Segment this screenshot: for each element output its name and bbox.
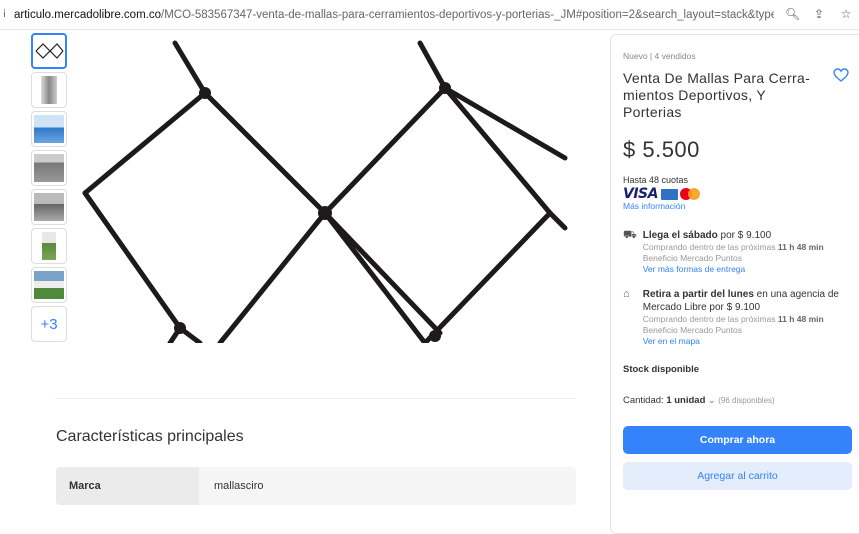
add-to-cart-button[interactable]: Agregar al carrito (623, 462, 852, 490)
pickup-detail-time: 11 h 48 min (777, 314, 824, 324)
shipping-detail-time: 11 h 48 min (777, 242, 824, 252)
zoom-icon[interactable]: 🔍︎ (785, 7, 800, 21)
shipping-more-link[interactable]: Ver más formas de entrega (643, 264, 859, 274)
chevron-down-icon[interactable]: ⌄ (708, 395, 716, 405)
thumbnail-7[interactable] (31, 267, 67, 303)
lock-icon[interactable]: ⅰ (3, 9, 11, 20)
pickup-detail: Comprando dentro de las próximas 11 h 48… (643, 314, 859, 325)
thumbnail-6[interactable] (31, 228, 67, 264)
shipping-benefit: Beneficio Mercado Puntos (642, 253, 742, 263)
feature-key: Marca (56, 467, 199, 505)
condition-sold-count: Nuevo | 4 vendidos (623, 51, 696, 61)
quantity-value[interactable]: 1 unidad (666, 395, 705, 406)
thumbnail-image (34, 193, 64, 221)
thumbnail-image (34, 154, 64, 182)
pickup-benefit: Beneficio Mercado Puntos (642, 325, 742, 335)
thumbnail-image (34, 271, 64, 299)
address-bar[interactable]: ⅰ articulo.mercadolibre.com.co/MCO-58356… (0, 0, 859, 30)
buy-now-button[interactable]: Comprar ahora (623, 426, 852, 454)
pickup-option: ⌂ Retira a partir del lunes en una agenc… (623, 288, 859, 346)
product-title: Venta De Mallas Para Cerra- mientos Depo… (623, 70, 811, 120)
shipping-line: Llega el sábado por $ 9.100 (643, 229, 859, 242)
pickup-detail-prefix: Comprando dentro de las próximas (642, 314, 778, 324)
section-divider (55, 398, 576, 399)
net-thumbnail-image (35, 43, 64, 59)
heart-icon[interactable] (833, 68, 849, 82)
store-icon: ⌂ (623, 288, 630, 300)
shipping-detail: Comprando dentro de las próximas 11 h 48… (643, 242, 859, 253)
visa-logo: VISA (623, 186, 658, 202)
mastercard-logo (679, 188, 702, 200)
thumbnail-5[interactable] (31, 189, 67, 225)
shipping-detail-prefix: Comprando dentro de las próximas (642, 242, 778, 252)
url-text[interactable]: articulo.mercadolibre.com.co/MCO-5835673… (14, 9, 774, 21)
product-main-image[interactable] (80, 38, 570, 343)
thumbnail-strip: +3 (31, 33, 69, 345)
shipping-option: ⛟ Llega el sábado por $ 9.100 Comprando … (623, 229, 859, 274)
truck-icon: ⛟ (623, 229, 637, 241)
stock-label: Stock disponible (623, 364, 700, 375)
url-path: /MCO-583567347-venta-de-mallas-para-cerr… (161, 8, 774, 21)
share-icon[interactable]: ⇪ (812, 7, 826, 21)
url-domain: articulo.mercadolibre.com.co (14, 8, 162, 21)
shipping-day: Llega el sábado (642, 230, 718, 241)
shipping-price: por $ 9.100 (717, 230, 772, 241)
bookmark-star-icon[interactable]: ☆ (839, 7, 853, 21)
payment-cards: VISA (623, 186, 859, 202)
pickup-map-link[interactable]: Ver en el mapa (643, 336, 859, 346)
quantity-label: Cantidad: (623, 395, 667, 406)
quantity-selector[interactable]: Cantidad: 1 unidad ⌄ (96 disponibles) (623, 395, 859, 406)
thumbnail-4[interactable] (31, 150, 67, 186)
more-info-link[interactable]: Más información (623, 201, 859, 211)
more-thumbnails-button[interactable]: +3 (31, 306, 67, 342)
pickup-line: Retira a partir del lunes en una agencia… (643, 288, 859, 314)
product-price: $ 5.500 (623, 137, 700, 162)
features-title: Características principales (56, 428, 244, 445)
thumbnail-image (42, 232, 56, 260)
feature-value: mallasciro (214, 480, 264, 492)
thumbnail-3[interactable] (31, 111, 67, 147)
thumbnail-image (34, 115, 64, 143)
thumbnail-image (41, 76, 57, 104)
pickup-day: Retira a partir del lunes (642, 289, 754, 300)
available-count: (96 disponibles) (718, 396, 775, 405)
features-row-brand: Marca mallasciro (56, 467, 576, 505)
buy-box: Nuevo | 4 vendidos Venta De Mallas Para … (610, 34, 859, 534)
installments-text: Hasta 48 cuotas (623, 175, 689, 185)
thumbnail-1[interactable] (31, 33, 67, 69)
amex-logo (660, 188, 678, 200)
thumbnail-2[interactable] (31, 72, 67, 108)
